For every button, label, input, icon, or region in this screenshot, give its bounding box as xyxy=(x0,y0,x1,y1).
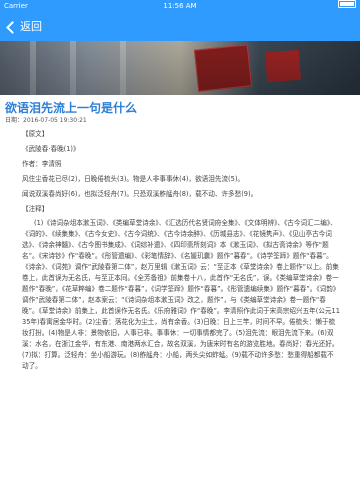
poem-line: 闻说双溪春尚好(6)，也拟泛轻舟(7)。只恐双溪舴艋舟(8)，载不动、许多愁(9… xyxy=(22,190,258,198)
poem-title: 《武陵春·春晚(1)》 xyxy=(22,145,80,153)
back-label: 返回 xyxy=(20,20,42,33)
back-button[interactable]: 返回 xyxy=(4,18,42,36)
original-section-heading: 【原文】 xyxy=(22,130,49,138)
article-content: 【原文】 《武陵春·春晚(1)》 作者：李清照 风住尘香花已尽(2)，日晚倦梳头… xyxy=(22,128,342,375)
status-bar: Carrier 11:56 AM xyxy=(0,0,360,13)
clock: 11:56 AM xyxy=(163,2,197,10)
article-body[interactable]: 欲语泪先流上一句是什么 日期：2016-07-05 19:30:21 【原文】 … xyxy=(0,95,360,480)
article-date: 日期：2016-07-05 19:30:21 xyxy=(5,117,87,124)
notes-text: (1)《诗词杂俎本漱玉词》、《类编草堂诗余》、《汇选历代名贤词府全集》、《文体明… xyxy=(22,219,340,370)
battery-indicator xyxy=(338,0,356,8)
poem-line: 风住尘香花已尽(2)，日晚倦梳头(3)。物是人非事事休(4)，欲语泪先流(5)。 xyxy=(22,175,244,183)
poem-author: 作者：李清照 xyxy=(22,160,62,168)
chevron-left-icon xyxy=(6,20,19,34)
article-title: 欲语泪先流上一句是什么 xyxy=(5,101,138,115)
battery-icon xyxy=(338,0,356,8)
navigation-bar: 返回 xyxy=(0,13,360,41)
hero-banner-image xyxy=(0,41,360,95)
notes-section-heading: 【注释】 xyxy=(22,205,49,213)
